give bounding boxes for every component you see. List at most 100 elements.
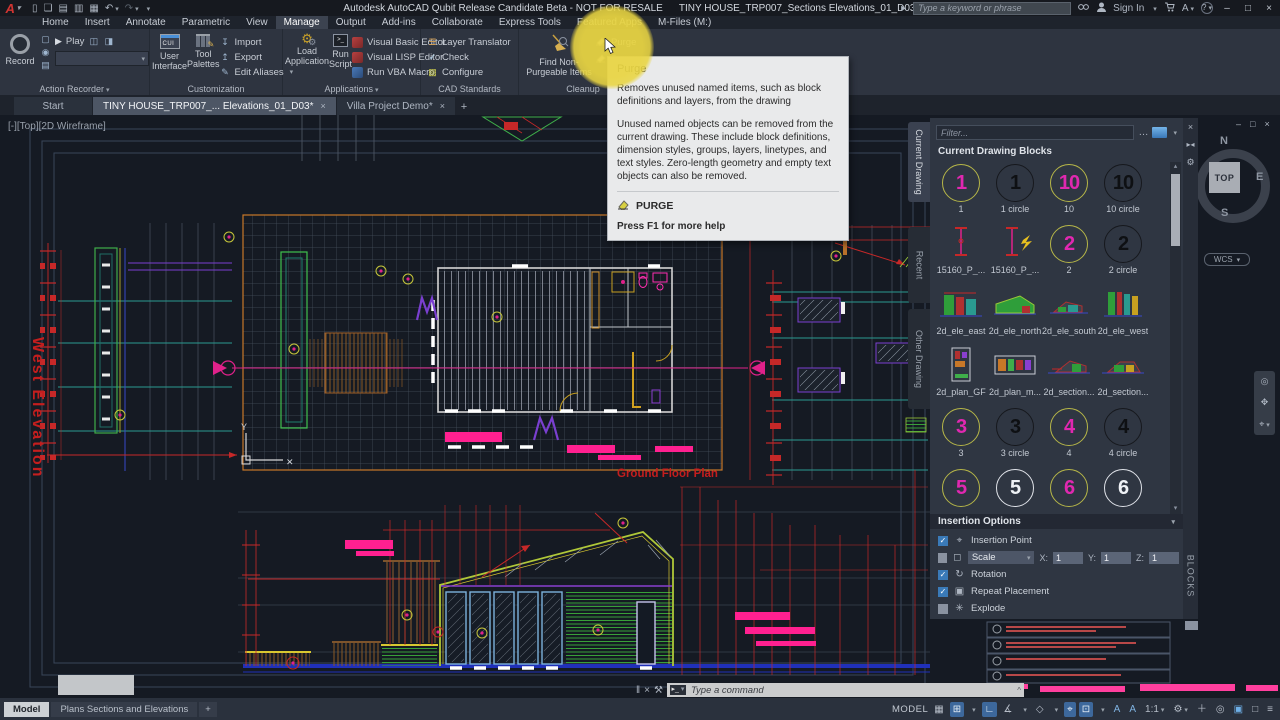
filter-input[interactable] <box>936 125 1134 140</box>
tab-collaborate[interactable]: Collaborate <box>424 16 491 29</box>
tab-express-tools[interactable]: Express Tools <box>491 16 569 29</box>
help-icon[interactable]: ? <box>1201 2 1213 14</box>
snap-dropdown-icon[interactable] <box>967 702 979 717</box>
manage-macros-icon[interactable]: ◫ <box>88 36 99 47</box>
collapse-icon[interactable] <box>1169 516 1175 527</box>
annotation-autoscale-icon[interactable]: A <box>1126 702 1139 717</box>
new-drawing-tab-button[interactable]: + <box>456 99 472 115</box>
tab-view[interactable]: View <box>238 16 276 29</box>
wcs-menu[interactable]: WCS <box>1204 253 1250 266</box>
close-command-icon[interactable]: × <box>644 685 650 696</box>
doc-restore-icon[interactable]: □ <box>1250 119 1255 129</box>
insertion-options-header[interactable]: Insertion Options <box>930 514 1183 529</box>
scroll-up-icon[interactable]: ▴ <box>1170 162 1181 172</box>
block-item[interactable]: 11 circle <box>988 162 1042 223</box>
model-space-toggle[interactable]: MODEL <box>892 704 928 715</box>
viewcube-north[interactable]: N <box>1220 135 1228 147</box>
ortho-mode-icon[interactable]: ∟ <box>982 702 998 717</box>
block-item[interactable]: 15160_P_... <box>934 223 988 284</box>
restore-button[interactable]: □ <box>1241 3 1255 14</box>
object-snap-icon[interactable]: ⊡ <box>1079 702 1093 717</box>
block-item[interactable]: 5 <box>934 467 988 514</box>
scale-x-input[interactable] <box>1053 552 1083 564</box>
save-icon[interactable]: ▤ <box>58 3 67 14</box>
palette-autohide-icon[interactable]: ▸◂ <box>1186 140 1194 149</box>
block-item[interactable]: 6 <box>1096 467 1150 514</box>
command-input[interactable] <box>689 684 1014 697</box>
snap-mode-icon[interactable]: ⊞ <box>950 702 964 717</box>
tab-featured-apps[interactable]: Featured Apps <box>569 16 650 29</box>
tab-home[interactable]: Home <box>34 16 77 29</box>
viewport-controls[interactable]: [-][Top][2D Wireframe] <box>8 121 106 132</box>
annotation-visibility-icon[interactable]: A <box>1111 702 1124 717</box>
qat-customize-icon[interactable] <box>145 3 151 14</box>
command-prompt-icon[interactable]: ▸_ <box>670 685 686 695</box>
viewcube-top-face[interactable]: TOP <box>1209 162 1240 193</box>
repeat-placement-checkbox[interactable]: ✓ <box>938 587 948 597</box>
tab-addins[interactable]: Add-ins <box>374 16 424 29</box>
block-item[interactable]: 2d_section... <box>1096 345 1150 406</box>
panel-label-cad-standards[interactable]: CAD Standards <box>421 84 518 94</box>
sign-in-button[interactable]: Sign In <box>1113 3 1144 14</box>
explode-checkbox[interactable] <box>938 604 948 614</box>
block-item[interactable]: 1010 <box>1042 162 1096 223</box>
isometric-drafting-icon[interactable]: ◇ <box>1033 702 1047 717</box>
block-item[interactable]: 2d_plan_GF <box>934 345 988 406</box>
open-file-icon[interactable]: ❏ <box>44 3 53 14</box>
block-item[interactable]: 2d_ele_east <box>934 284 988 345</box>
command-expand-icon[interactable]: ^ <box>1017 686 1021 695</box>
block-item[interactable]: 33 circle <box>988 406 1042 467</box>
insert-base-point-icon[interactable]: ◉ <box>40 47 51 58</box>
sign-in-menu-icon[interactable] <box>1151 3 1157 14</box>
palette-tab-other-drawing[interactable]: Other Drawing <box>908 309 930 409</box>
scale-z-input[interactable] <box>1149 552 1179 564</box>
zoom-icon[interactable]: ⌖ <box>1259 419 1270 430</box>
viewcube-south[interactable]: S <box>1221 207 1228 219</box>
polar-tracking-icon[interactable]: ∡ <box>1000 702 1015 717</box>
redo-icon[interactable]: ↷ <box>125 3 139 14</box>
dock-grip-icon[interactable]: ‖ <box>636 685 640 696</box>
insertion-point-checkbox[interactable]: ✓ <box>938 536 948 546</box>
doc-close-icon[interactable]: × <box>1264 119 1269 129</box>
object-snap-tracking-icon[interactable]: ⌖ <box>1064 702 1076 717</box>
command-input-field[interactable]: ▸_ ^ <box>667 683 1024 697</box>
tab-parametric[interactable]: Parametric <box>174 16 238 29</box>
tab-annotate[interactable]: Annotate <box>118 16 174 29</box>
close-button[interactable]: × <box>1262 3 1276 14</box>
more-options-icon[interactable]: … <box>1138 127 1148 138</box>
copy-macro-icon[interactable]: ◨ <box>103 36 114 47</box>
palette-properties-icon[interactable]: ⚙ <box>1186 157 1194 168</box>
file-tab-tiny-house[interactable]: TINY HOUSE_TRP007_... Elevations_01_D03*… <box>93 97 336 115</box>
isolate-objects-icon[interactable]: ◎ <box>1213 702 1228 717</box>
viewcube-east[interactable]: E <box>1256 171 1263 183</box>
undo-icon[interactable]: ↶ <box>105 3 119 14</box>
tab-insert[interactable]: Insert <box>77 16 118 29</box>
block-item[interactable]: 22 circle <box>1096 223 1150 284</box>
tab-manage[interactable]: Manage <box>276 16 328 29</box>
tab-mfiles[interactable]: M-Files (M:) <box>650 16 719 29</box>
run-script-button[interactable]: >_ Run Script <box>329 34 352 69</box>
palette-tab-recent[interactable]: Recent <box>908 227 930 303</box>
scale-y-input[interactable] <box>1101 552 1131 564</box>
autodesk-app-icon[interactable]: A <box>1182 3 1194 14</box>
insert-message-icon[interactable]: ▢ <box>40 34 51 45</box>
iso-dropdown-icon[interactable] <box>1050 702 1062 717</box>
annotation-scale-button[interactable]: 1:1 <box>1142 702 1167 717</box>
close-tab-icon[interactable]: × <box>320 101 325 111</box>
info-center-arrow-icon[interactable]: ▸ <box>901 3 906 14</box>
block-item[interactable]: 2d_ele_north <box>988 284 1042 345</box>
play-button[interactable]: Play <box>66 36 84 47</box>
search-icon[interactable] <box>1078 2 1090 15</box>
grid-display-icon[interactable]: ▦ <box>931 702 946 717</box>
search-input[interactable] <box>913 2 1071 15</box>
load-application-button[interactable]: ⚙ Load Application <box>285 34 329 66</box>
library-dropdown-icon[interactable] <box>1171 127 1177 138</box>
workspace-switching-icon[interactable]: ⚙ <box>1170 702 1190 717</box>
block-item[interactable]: 2d_plan_m... <box>988 345 1042 406</box>
scrollbar-thumb[interactable] <box>1171 174 1180 246</box>
app-store-cart-icon[interactable] <box>1164 2 1175 15</box>
find-non-purgeable-button[interactable]: Find Non-Purgeable Items <box>523 34 595 77</box>
scroll-down-icon[interactable]: ▾ <box>1170 504 1181 514</box>
file-tab-villa[interactable]: Villa Project Demo*× <box>337 97 455 115</box>
block-item[interactable]: 6 <box>1042 467 1096 514</box>
